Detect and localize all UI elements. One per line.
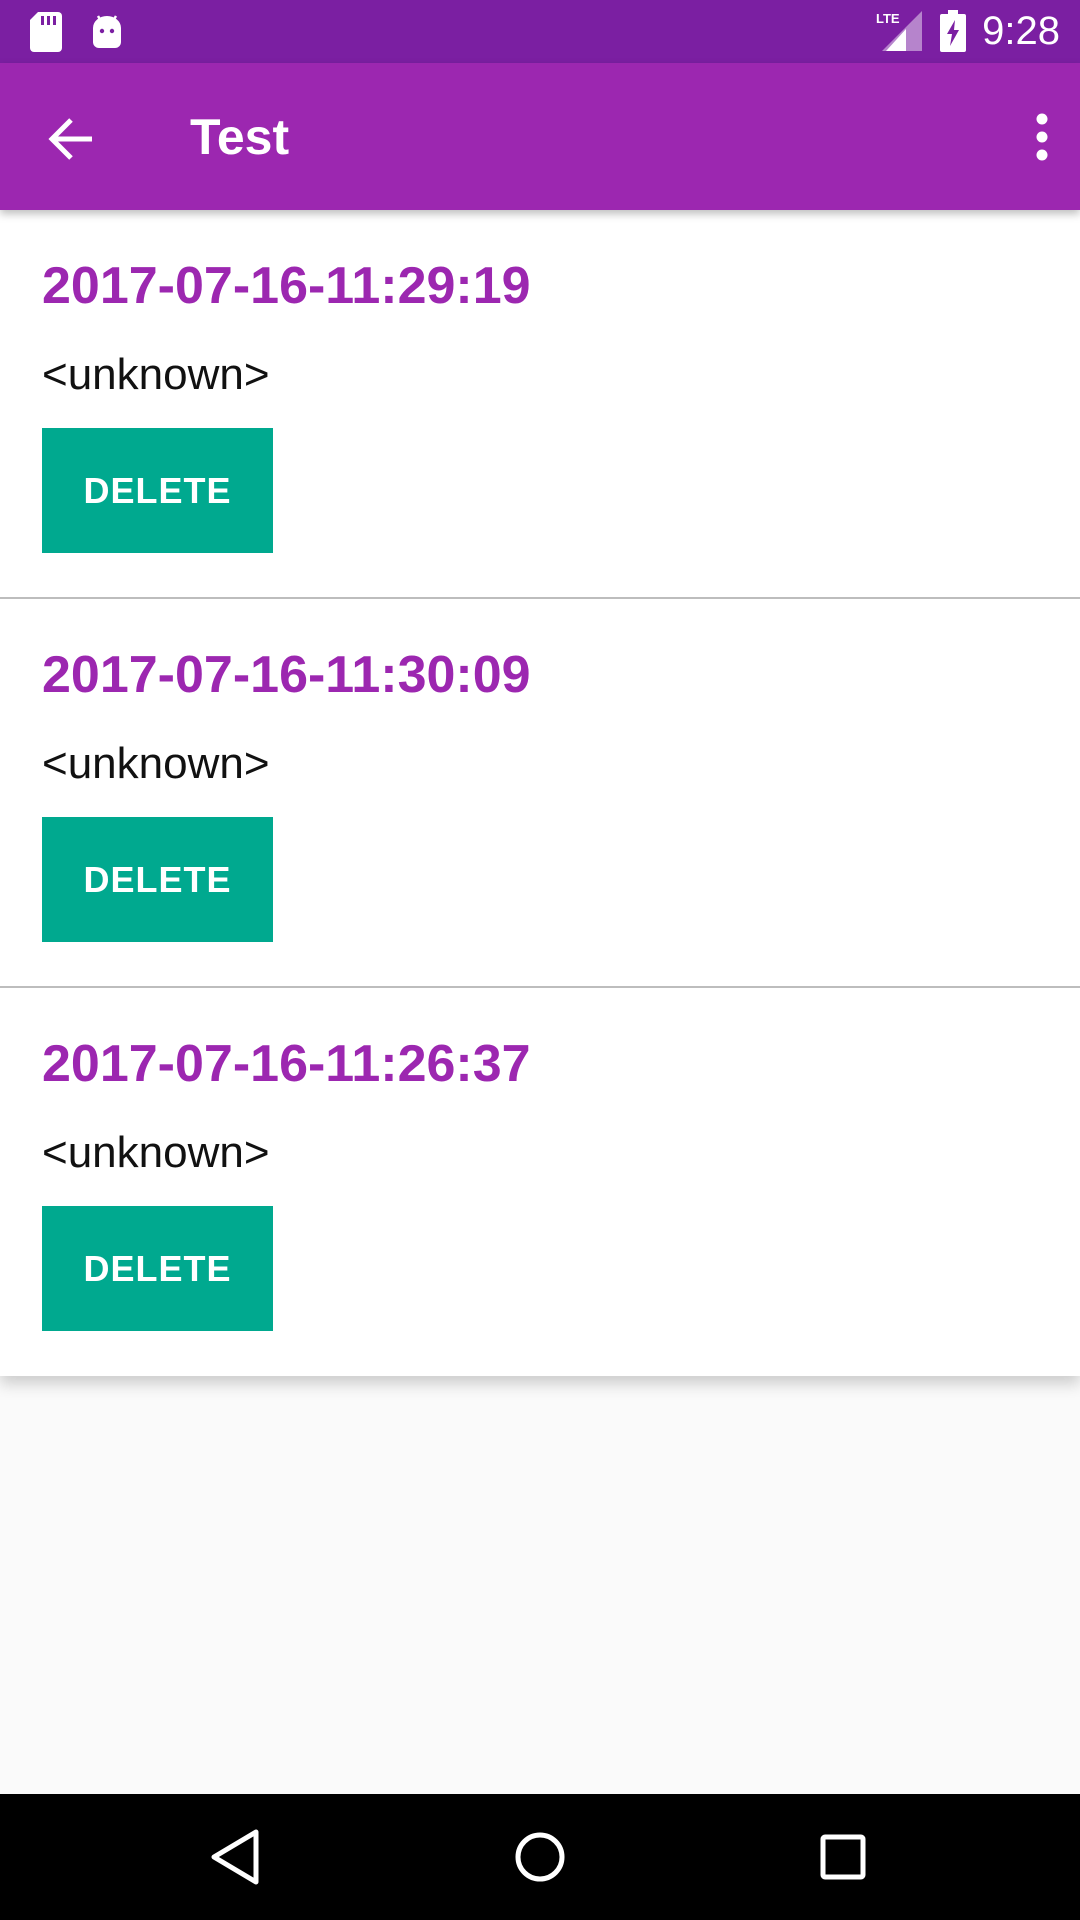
item-timestamp: 2017-07-16-11:30:09: [42, 646, 531, 704]
overflow-menu-button[interactable]: [1000, 107, 1060, 167]
lte-signal-icon: LTE: [876, 11, 923, 51]
item-subtitle: <unknown>: [42, 1128, 270, 1177]
nav-back-button[interactable]: [200, 1822, 270, 1892]
list-item: 2017-07-16-11:30:09 <unknown> DELETE: [0, 599, 1080, 988]
recents-square-icon: [820, 1834, 866, 1880]
nav-home-button[interactable]: [505, 1822, 575, 1892]
back-triangle-icon: [211, 1829, 259, 1885]
system-nav-bar: [0, 1794, 1080, 1920]
arrow-back-icon: [48, 118, 92, 160]
list-item: 2017-07-16-11:26:37 <unknown> DELETE: [0, 988, 1080, 1376]
android-debug-icon: [93, 15, 121, 48]
nav-recents-button[interactable]: [808, 1822, 878, 1892]
status-left-icons: [30, 12, 124, 52]
item-timestamp: 2017-07-16-11:26:37: [42, 1035, 531, 1093]
battery-charging-icon: [940, 10, 967, 52]
item-subtitle: <unknown>: [42, 739, 270, 788]
delete-button[interactable]: DELETE: [42, 428, 273, 553]
status-bar: LTE 9:28: [0, 0, 1080, 63]
item-subtitle: <unknown>: [42, 350, 270, 399]
sd-card-icon: [30, 12, 62, 52]
page-title: Test: [190, 109, 290, 165]
delete-button[interactable]: DELETE: [42, 817, 273, 942]
back-button[interactable]: [44, 111, 100, 167]
status-time: 9:28: [982, 8, 1060, 53]
item-timestamp: 2017-07-16-11:29:19: [42, 257, 531, 315]
delete-button[interactable]: DELETE: [42, 1206, 273, 1331]
home-circle-icon: [515, 1832, 565, 1882]
app-bar: Test: [0, 63, 1080, 210]
status-right-icons: LTE 9:28: [876, 8, 1060, 54]
svg-text:LTE: LTE: [876, 11, 900, 26]
list-item: 2017-07-16-11:29:19 <unknown> DELETE: [0, 210, 1080, 599]
more-vert-icon: [1036, 113, 1048, 161]
recording-list: 2017-07-16-11:29:19 <unknown> DELETE 201…: [0, 210, 1080, 1376]
